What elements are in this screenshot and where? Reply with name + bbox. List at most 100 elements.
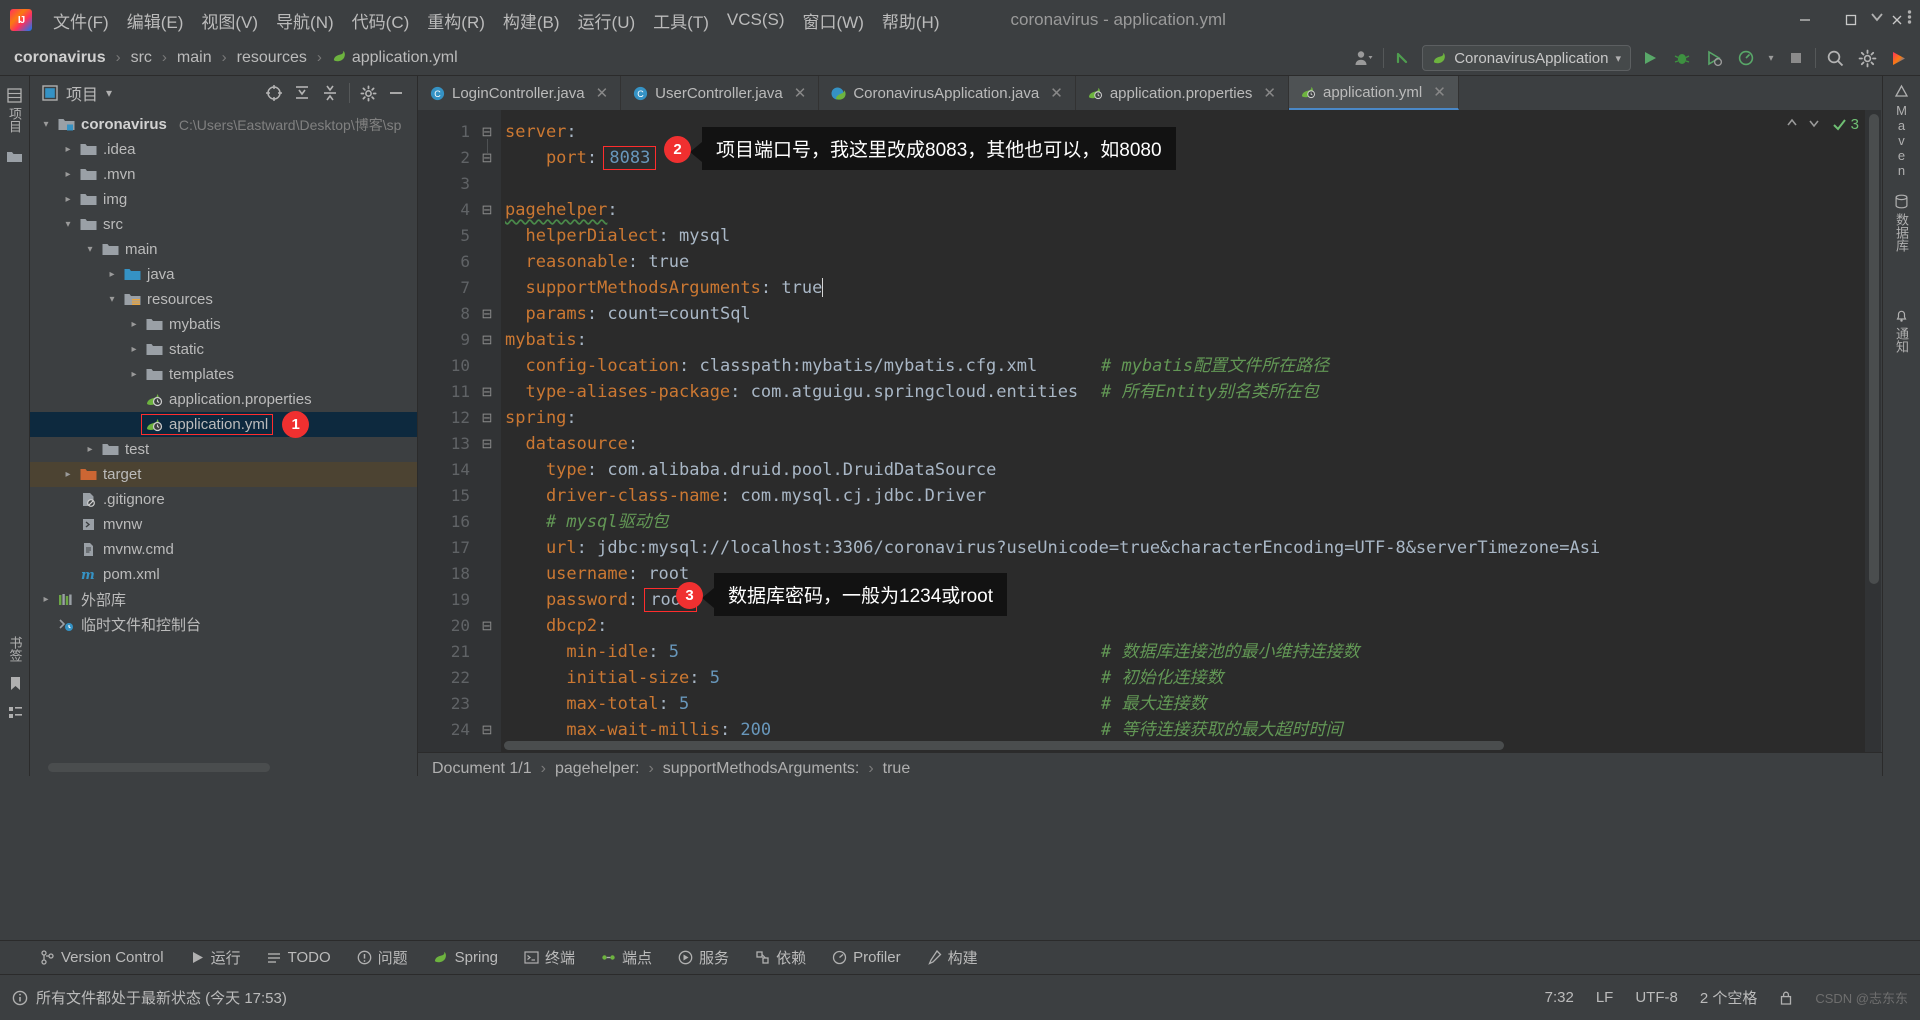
code-line[interactable]: initial-size: 5 (505, 665, 720, 691)
doc-crumb-2[interactable]: true (883, 760, 911, 778)
menu-item-2[interactable]: 视图(V) (192, 4, 267, 37)
breadcrumb-item-2[interactable]: main (177, 49, 212, 67)
code-editor[interactable]: 1 ⊟ 2 ⊟ 3 4 ⊟ 5 6 7 8 ⊟ 9 ⊟ 10 11 ⊟ 12 ⊟ 13 ⊟ 14 15 16 17 18 19 20 ⊟… (418, 110, 1881, 752)
chevron-right-icon[interactable]: ▸ (38, 594, 54, 605)
tree-node-test[interactable]: ▸ test (30, 437, 417, 462)
tree-node-static[interactable]: ▸ static (30, 337, 417, 362)
code-fold-toggle-icon[interactable]: ⊟ (480, 301, 494, 327)
menu-item-8[interactable]: 工具(T) (644, 4, 718, 37)
tree-node-resources[interactable]: ▾ resources (30, 287, 417, 312)
code-line[interactable]: reasonable: true (505, 249, 689, 275)
search-icon[interactable] (1822, 45, 1848, 71)
code-fold-toggle-icon[interactable]: ⊟ (480, 405, 494, 431)
collapse-all-icon[interactable] (321, 84, 339, 102)
editor-horizontal-scrollbar[interactable] (504, 741, 1504, 750)
close-icon[interactable]: ✕ (1050, 84, 1063, 102)
ide-assistant-icon[interactable] (1886, 45, 1912, 71)
menu-item-5[interactable]: 重构(R) (418, 4, 494, 37)
tree-node-mvnw-cmd[interactable]: mvnw.cmd (30, 537, 417, 562)
breadcrumb-item-3[interactable]: resources (237, 49, 307, 67)
code-line[interactable]: max-wait-millis: 200 (505, 717, 771, 743)
editor-tab-application-yml[interactable]: application.yml ✕ (1289, 76, 1459, 110)
settings-gear-icon[interactable] (1854, 45, 1880, 71)
tree-node----[interactable]: ▸ 外部库 (30, 587, 417, 612)
code-line[interactable]: type: com.alibaba.druid.pool.DruidDataSo… (505, 457, 996, 483)
code-line[interactable]: driver-class-name: com.mysql.cj.jdbc.Dri… (505, 483, 986, 509)
code-fold-toggle-icon[interactable]: ⊟ (480, 327, 494, 353)
inspection-status-badge[interactable]: 3 (1832, 116, 1859, 133)
code-line[interactable]: min-idle: 5 (505, 639, 679, 665)
code-fold-toggle-icon[interactable]: ⊟ (480, 717, 494, 743)
code-line[interactable]: supportMethodsArguments: true (505, 275, 824, 301)
tool-window-button-maven[interactable]: Maven (1894, 84, 1909, 178)
tree-node-mybatis[interactable]: ▸ mybatis (30, 312, 417, 337)
code-fold-toggle-icon[interactable]: ⊟ (480, 197, 494, 223)
code-line[interactable]: password: root (505, 587, 698, 613)
expand-all-icon[interactable] (293, 84, 311, 102)
editor-vertical-scrollbar[interactable] (1869, 114, 1879, 584)
tool-window-button-notifications[interactable]: 通知 (1892, 308, 1911, 353)
inspection-nav-arrows[interactable] (1785, 116, 1821, 130)
tabs-overflow-chevron-icon[interactable] (1868, 0, 1886, 34)
undo-arrow-icon[interactable] (1390, 45, 1416, 71)
file-encoding[interactable]: UTF-8 (1635, 989, 1678, 1006)
code-line[interactable]: helperDialect: mysql (505, 223, 730, 249)
tree-node-mvnw[interactable]: mvnw (30, 512, 417, 537)
code-line[interactable]: username: root (505, 561, 689, 587)
tree-node--idea[interactable]: ▸ .idea (30, 137, 417, 162)
bottom-tool---[interactable]: 终端 (524, 947, 575, 968)
project-view-chevron-icon[interactable]: ▾ (106, 86, 112, 100)
tree-node--mvn[interactable]: ▸ .mvn (30, 162, 417, 187)
profile-button[interactable] (1733, 45, 1759, 71)
breadcrumb-item-0[interactable]: coronavirus (14, 49, 106, 67)
tool-window-button-database[interactable]: 数据库 (1892, 194, 1911, 252)
tabs-more-options-icon[interactable] (1907, 0, 1912, 34)
code-fold-toggle-icon[interactable]: ⊟ (480, 145, 494, 171)
settings-gear-icon[interactable] (360, 84, 377, 102)
minimize-button[interactable] (1782, 0, 1828, 40)
editor-tab-logincontroller-java[interactable]: C LoginController.java ✕ (418, 76, 622, 110)
tree-node-main[interactable]: ▾ main (30, 237, 417, 262)
menu-item-10[interactable]: 窗口(W) (794, 4, 873, 37)
bottom-tool---[interactable]: 依赖 (755, 947, 806, 968)
code-fold-toggle-icon[interactable]: ⊟ (480, 613, 494, 639)
tree-node-application-yml[interactable]: application.yml 1 (30, 411, 417, 438)
chevron-right-icon[interactable]: ▸ (82, 444, 98, 455)
code-fold-toggle-icon[interactable]: ⊟ (480, 431, 494, 457)
hide-panel-icon[interactable] (387, 84, 411, 102)
chevron-right-icon[interactable]: ▸ (60, 144, 76, 155)
menu-item-7[interactable]: 运行(U) (569, 4, 645, 37)
tree-node---------[interactable]: 临时文件和控制台 (30, 612, 417, 637)
bottom-tool---[interactable]: 运行 (190, 947, 241, 968)
close-icon[interactable]: ✕ (1433, 83, 1446, 101)
bottom-tool---[interactable]: 服务 (678, 947, 729, 968)
menu-item-4[interactable]: 代码(C) (343, 4, 419, 37)
menu-item-9[interactable]: VCS(S) (718, 6, 794, 34)
code-line[interactable]: type-aliases-package: com.atguigu.spring… (505, 379, 1078, 405)
editor-marker-bar[interactable] (1865, 110, 1881, 752)
code-line[interactable]: datasource: (505, 431, 638, 457)
profile-dropdown-icon[interactable]: ▾ (1765, 45, 1777, 71)
chevron-right-icon[interactable]: ▸ (60, 169, 76, 180)
caret-position[interactable]: 7:32 (1545, 989, 1574, 1006)
line-separator[interactable]: LF (1596, 989, 1614, 1006)
debug-button[interactable] (1669, 45, 1695, 71)
chevron-down-icon[interactable]: ▾ (1615, 52, 1621, 65)
lock-icon[interactable] (1779, 990, 1793, 1006)
editor-tab-coronavirusapplication-java[interactable]: CoronavirusApplication.java ✕ (819, 76, 1076, 110)
document-index[interactable]: Document 1/1 (432, 760, 532, 778)
tree-node-img[interactable]: ▸ img (30, 187, 417, 212)
bottom-tool---[interactable]: 端点 (601, 947, 652, 968)
close-icon[interactable]: ✕ (1263, 84, 1276, 102)
tree-node-java[interactable]: ▸ java (30, 262, 417, 287)
chevron-down-icon[interactable]: ▾ (60, 219, 76, 230)
bottom-tool---[interactable]: 问题 (357, 947, 408, 968)
breadcrumb-item-1[interactable]: src (131, 49, 152, 67)
stop-button[interactable] (1783, 45, 1809, 71)
tool-window-button-bookmarks[interactable] (0, 143, 29, 170)
tree-node-pom-xml[interactable]: m pom.xml (30, 562, 417, 587)
bottom-tool-spring[interactable]: Spring (434, 949, 498, 966)
run-configuration-selector[interactable]: CoronavirusApplication ▾ (1422, 45, 1631, 71)
code-line[interactable]: dbcp2: (505, 613, 607, 639)
bottom-tool-version-control[interactable]: Version Control (40, 949, 164, 966)
